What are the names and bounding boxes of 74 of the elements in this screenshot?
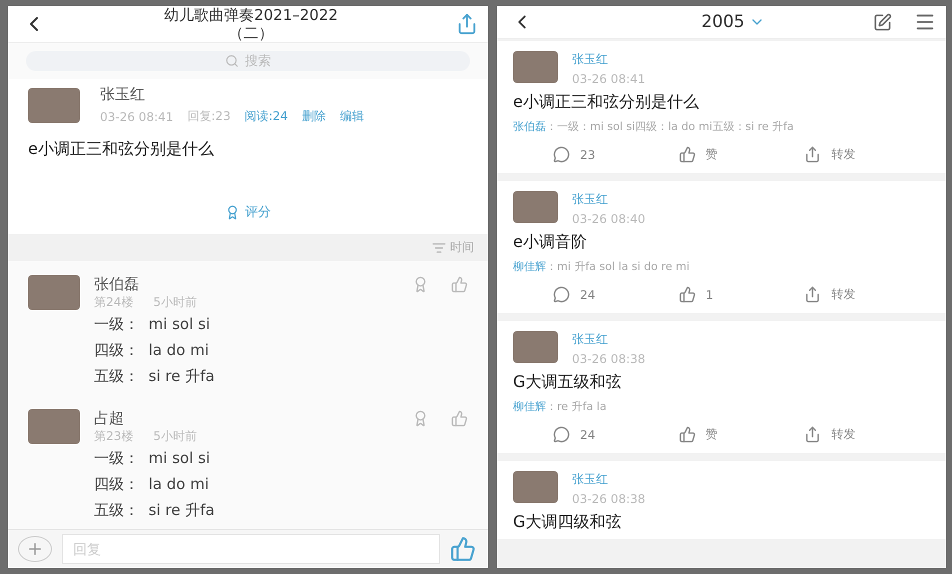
author-name: 张玉红 bbox=[100, 85, 146, 104]
comment-line: 五级： si re 升fa bbox=[94, 500, 216, 521]
page-title: 幼儿歌曲弹奏2021–2022 bbox=[164, 6, 338, 24]
reply-preview: 张伯磊：一级：mi sol si四级：la do mi五级：si re 升fa bbox=[513, 119, 795, 134]
reply-preview: 柳佳辉：re 升fa la bbox=[513, 399, 608, 414]
thumbs-up-icon[interactable] bbox=[451, 276, 468, 293]
comment-line: 四级： la do mi bbox=[94, 340, 210, 361]
author-name: 张玉红 bbox=[572, 471, 609, 488]
comment-line: 五级： si re 升fa bbox=[94, 366, 216, 387]
post-title: e小调音阶 bbox=[513, 232, 588, 253]
read-count[interactable]: 阅读:24 bbox=[244, 108, 288, 125]
award-icon bbox=[225, 204, 240, 220]
post-action-link[interactable]: 删除 bbox=[302, 108, 326, 125]
post-time: 03-26 08:38 bbox=[572, 352, 646, 366]
thumbs-up-icon bbox=[678, 286, 696, 303]
photo-placeholder bbox=[28, 275, 80, 310]
page-title: （二） bbox=[228, 24, 274, 42]
floor-number: 第23楼 bbox=[94, 428, 134, 445]
author-name: 张玉红 bbox=[572, 191, 609, 208]
search-icon bbox=[225, 54, 239, 68]
comment-time: 5小时前 bbox=[153, 428, 197, 445]
comment-button[interactable]: 23 bbox=[553, 146, 679, 163]
photo-placeholder bbox=[513, 331, 558, 363]
post-action-link[interactable]: 编辑 bbox=[340, 108, 364, 125]
like-button[interactable]: 赞 bbox=[678, 426, 804, 443]
floor-number: 第24楼 bbox=[94, 294, 134, 311]
author-name: 张玉红 bbox=[572, 51, 609, 68]
share-button[interactable]: 转发 bbox=[804, 146, 930, 163]
post-question: e小调正三和弦分别是什么 bbox=[28, 139, 215, 160]
like-button[interactable]: 赞 bbox=[678, 146, 804, 163]
photo-placeholder bbox=[28, 409, 80, 444]
comment-line: 一级： mi sol si bbox=[94, 448, 211, 469]
photo-placeholder bbox=[513, 191, 558, 223]
thumbs-up-icon bbox=[678, 146, 696, 163]
commenter-name: 占超 bbox=[94, 409, 124, 428]
photo-placeholder bbox=[28, 88, 80, 122]
rate-button[interactable]: 评分 bbox=[219, 202, 277, 222]
comment-button[interactable]: 24 bbox=[553, 426, 679, 443]
post-time: 03-26 08:41 bbox=[572, 72, 646, 86]
page-title: 2005 bbox=[701, 12, 745, 32]
reply-count: 回复:23 bbox=[187, 108, 231, 125]
comment-icon bbox=[553, 146, 570, 163]
sort-button[interactable]: 时间 bbox=[426, 238, 480, 257]
author-name: 张玉红 bbox=[572, 331, 609, 348]
add-button[interactable] bbox=[18, 536, 52, 562]
comment-button[interactable]: 24 bbox=[553, 286, 679, 303]
post-title: G大调五级和弦 bbox=[513, 372, 622, 393]
photo-placeholder bbox=[513, 51, 558, 83]
thumbs-up-icon[interactable] bbox=[450, 536, 476, 562]
plus-icon bbox=[26, 540, 44, 558]
sort-icon bbox=[432, 240, 446, 254]
commenter-name: 张伯磊 bbox=[94, 275, 139, 294]
edit-icon[interactable] bbox=[872, 12, 892, 32]
comment-icon bbox=[553, 426, 570, 443]
share-icon bbox=[804, 426, 822, 443]
comment-line: 一级： mi sol si bbox=[94, 314, 211, 335]
share-button[interactable]: 转发 bbox=[804, 286, 930, 303]
reply-preview: 柳佳辉：mi 升fa sol la si do re mi bbox=[513, 259, 690, 274]
photo-placeholder bbox=[513, 471, 558, 503]
post-time: 03-26 08:40 bbox=[572, 212, 646, 226]
post-time: 03-26 08:38 bbox=[572, 492, 646, 506]
post-time: 03-26 08:41 bbox=[100, 110, 174, 124]
comment-line: 四级： la do mi bbox=[94, 474, 210, 495]
search-placeholder: 搜索 bbox=[245, 53, 271, 70]
thumbs-up-icon[interactable] bbox=[451, 410, 468, 427]
like-button[interactable]: 1 bbox=[678, 286, 804, 303]
share-icon bbox=[804, 146, 822, 163]
post-title: e小调正三和弦分别是什么 bbox=[513, 92, 700, 113]
share-button[interactable]: 转发 bbox=[804, 426, 930, 443]
comment-icon bbox=[553, 286, 570, 303]
thumbs-up-icon bbox=[678, 426, 696, 443]
share-icon bbox=[804, 286, 822, 303]
comment-time: 5小时前 bbox=[153, 294, 197, 311]
post-title: G大调四级和弦 bbox=[513, 512, 622, 533]
